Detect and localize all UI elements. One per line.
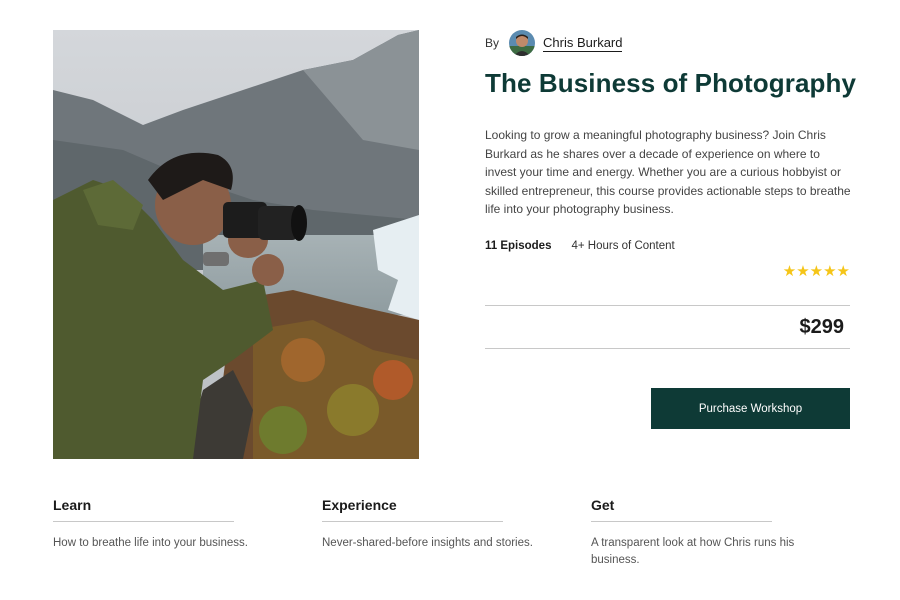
feature-text: Never-shared-before insights and stories… [322, 537, 533, 549]
author-name-link[interactable]: Chris Burkard [543, 35, 623, 52]
episode-count: 11 Episodes [485, 240, 552, 252]
photographer-photo-icon [53, 30, 419, 459]
star-icon: ★ [836, 263, 850, 280]
feature-text: A transparent look at how Chris runs his… [591, 537, 795, 566]
course-page: By Chris Burkard The Business of Photogr… [0, 0, 900, 600]
star-icon: ★ [823, 263, 837, 280]
feature-text: How to breathe life into your business. [53, 537, 248, 549]
purchase-workshop-button[interactable]: Purchase Workshop [651, 388, 850, 429]
feature-get: Get A transparent look at how Chris runs… [591, 497, 831, 569]
content-hours: 4+ Hours of Content [571, 240, 675, 252]
star-rating: ★ ★ ★ ★ ★ [783, 264, 850, 280]
star-icon: ★ [782, 263, 797, 280]
star-icon: ★ [809, 263, 824, 280]
star-icon: ★ [796, 263, 810, 280]
hero-photo [53, 30, 419, 459]
by-label: By [485, 36, 500, 50]
author-byline: By Chris Burkard [485, 30, 623, 56]
course-description: Looking to grow a meaningful photography… [485, 128, 851, 217]
avatar-icon [509, 30, 536, 56]
price-section: $299 [485, 305, 850, 349]
price: $299 [799, 316, 845, 338]
feature-title: Get [591, 497, 772, 522]
feature-experience: Experience Never-shared-before insights … [322, 497, 582, 552]
course-title: The Business of Photography [485, 68, 857, 98]
avatar[interactable] [509, 30, 536, 56]
feature-title: Experience [322, 497, 503, 522]
feature-title: Learn [53, 497, 234, 522]
feature-learn: Learn How to breathe life into your busi… [53, 497, 313, 552]
course-meta: 11 Episodes 4+ Hours of Content [485, 240, 675, 252]
